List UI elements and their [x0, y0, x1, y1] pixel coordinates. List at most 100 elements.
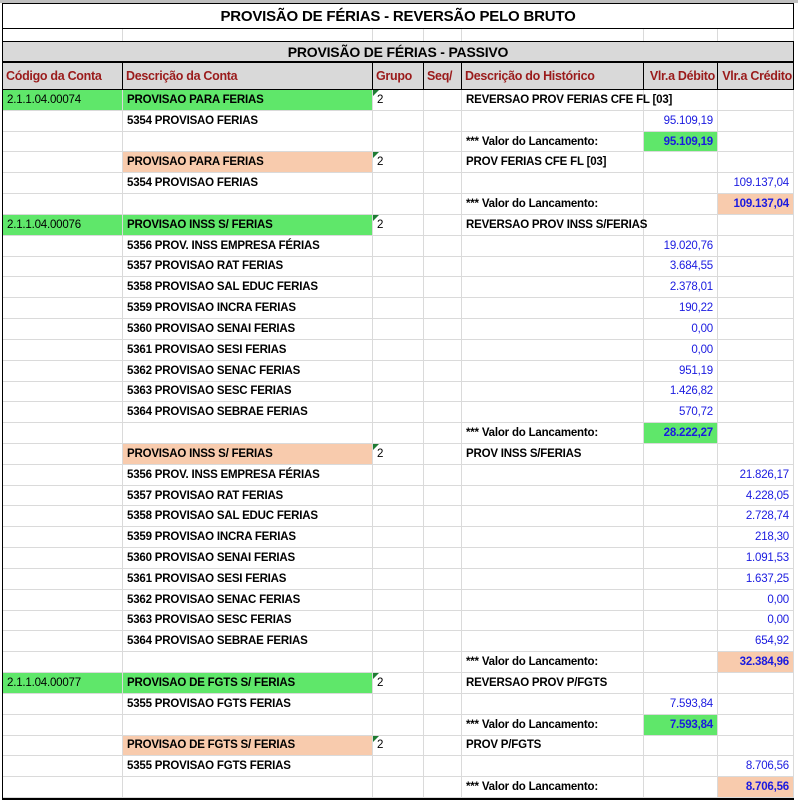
cell-debito[interactable]: 7.593,84: [644, 714, 718, 736]
cell-debito[interactable]: [644, 777, 718, 798]
cell-desc[interactable]: PROVISAO DE FGTS S/ FERIAS: [123, 735, 373, 757]
cell-desc[interactable]: PROVISAO DE FGTS S/ FERIAS: [123, 673, 373, 694]
cell-debito[interactable]: [644, 610, 718, 632]
cell-debito[interactable]: [644, 444, 718, 465]
cell-credito[interactable]: [718, 444, 794, 465]
cell-debito[interactable]: [644, 735, 718, 757]
cell-code[interactable]: [3, 381, 123, 403]
column-header-historico[interactable]: Descrição do Histórico: [462, 63, 644, 89]
cell-debito[interactable]: 190,22: [644, 298, 718, 320]
cell-credito[interactable]: [718, 298, 794, 320]
cell-credito[interactable]: 8.706,56: [718, 756, 794, 778]
cell-credito[interactable]: [718, 693, 794, 715]
cell-grupo[interactable]: [373, 381, 424, 403]
cell-grupo[interactable]: 2: [373, 444, 424, 465]
cell-grupo[interactable]: [373, 714, 424, 736]
cell-grupo[interactable]: [373, 693, 424, 715]
cell-grupo[interactable]: [373, 652, 424, 674]
cell-credito[interactable]: [718, 214, 794, 236]
cell-seq[interactable]: [424, 319, 462, 340]
cell-debito[interactable]: [644, 485, 718, 507]
cell-credito[interactable]: 0,00: [718, 589, 794, 611]
cell-debito[interactable]: 95.109,19: [644, 131, 718, 153]
cell-hist[interactable]: REVERSAO PROV P/FGTS: [462, 673, 644, 694]
cell-debito[interactable]: 570,72: [644, 402, 718, 424]
cell-seq[interactable]: [424, 464, 462, 486]
cell-code[interactable]: 2.1.1.04.00076: [3, 214, 123, 236]
cell-grupo[interactable]: [373, 527, 424, 549]
cell-grupo[interactable]: [373, 485, 424, 507]
cell-credito[interactable]: 654,92: [718, 631, 794, 653]
cell-desc[interactable]: 5364 PROVISAO SEBRAE FERIAS: [123, 631, 373, 653]
cell-code[interactable]: [3, 735, 123, 757]
cell-hist[interactable]: [462, 381, 644, 403]
cell-desc[interactable]: 5354 PROVISAO FERIAS: [123, 173, 373, 195]
cell-hist[interactable]: [462, 693, 644, 715]
cell-credito[interactable]: 1.637,25: [718, 568, 794, 590]
cell-code[interactable]: [3, 194, 123, 215]
cell-debito[interactable]: [644, 90, 718, 111]
cell-hist[interactable]: *** Valor do Lancamento:: [462, 131, 644, 153]
cell-credito[interactable]: 8.706,56: [718, 777, 794, 798]
column-header-credito[interactable]: Vlr.a Crédito: [718, 63, 794, 89]
cell-seq[interactable]: [424, 735, 462, 757]
cell-seq[interactable]: [424, 444, 462, 465]
cell-seq[interactable]: [424, 173, 462, 195]
cell-hist[interactable]: PROV P/FGTS: [462, 735, 644, 757]
cell-debito[interactable]: [644, 631, 718, 653]
cell-grupo[interactable]: [373, 402, 424, 424]
cell-grupo[interactable]: 2: [373, 214, 424, 236]
cell-grupo[interactable]: [373, 548, 424, 569]
cell-code[interactable]: [3, 360, 123, 382]
cell-hist[interactable]: [462, 464, 644, 486]
cell-grupo[interactable]: [373, 756, 424, 778]
cell-credito[interactable]: [718, 339, 794, 361]
cell-seq[interactable]: [424, 235, 462, 257]
column-header-debito[interactable]: Vlr.a Débito: [644, 63, 718, 89]
cell-hist[interactable]: [462, 319, 644, 340]
cell-hist[interactable]: [462, 110, 644, 132]
cell-credito[interactable]: [718, 277, 794, 299]
cell-desc[interactable]: 5357 PROVISAO RAT FERIAS: [123, 256, 373, 278]
cell-desc[interactable]: [123, 194, 373, 215]
cell-desc[interactable]: 5361 PROVISAO SESI FERIAS: [123, 568, 373, 590]
spacer-cell[interactable]: [718, 29, 794, 41]
cell-seq[interactable]: [424, 568, 462, 590]
cell-seq[interactable]: [424, 381, 462, 403]
cell-desc[interactable]: [123, 652, 373, 674]
cell-hist[interactable]: REVERSAO PROV FERIAS CFE FL [03]: [462, 90, 672, 111]
cell-code[interactable]: [3, 714, 123, 736]
cell-code[interactable]: [3, 464, 123, 486]
cell-hist[interactable]: [462, 235, 644, 257]
cell-credito[interactable]: [718, 735, 794, 757]
cell-debito[interactable]: 7.593,84: [644, 693, 718, 715]
cell-seq[interactable]: [424, 277, 462, 299]
cell-debito[interactable]: [644, 568, 718, 590]
cell-code[interactable]: [3, 152, 123, 174]
cell-desc[interactable]: PROVISAO INSS S/ FERIAS: [123, 214, 373, 236]
cell-code[interactable]: [3, 256, 123, 278]
cell-hist[interactable]: [462, 610, 644, 632]
cell-credito[interactable]: [718, 714, 794, 736]
cell-code[interactable]: [3, 110, 123, 132]
cell-seq[interactable]: [424, 360, 462, 382]
cell-seq[interactable]: [424, 402, 462, 424]
cell-code[interactable]: [3, 173, 123, 195]
cell-desc[interactable]: 5354 PROVISAO FERIAS: [123, 110, 373, 132]
cell-seq[interactable]: [424, 756, 462, 778]
cell-grupo[interactable]: [373, 173, 424, 195]
cell-grupo[interactable]: [373, 631, 424, 653]
cell-seq[interactable]: [424, 631, 462, 653]
cell-debito[interactable]: [644, 548, 718, 569]
cell-code[interactable]: [3, 589, 123, 611]
cell-credito[interactable]: [718, 673, 794, 694]
cell-code[interactable]: [3, 298, 123, 320]
cell-desc[interactable]: [123, 714, 373, 736]
spacer-cell[interactable]: [644, 29, 718, 41]
cell-debito[interactable]: [644, 673, 718, 694]
cell-code[interactable]: [3, 402, 123, 424]
cell-grupo[interactable]: [373, 610, 424, 632]
cell-hist[interactable]: *** Valor do Lancamento:: [462, 777, 644, 798]
cell-seq[interactable]: [424, 610, 462, 632]
cell-grupo[interactable]: [373, 506, 424, 528]
